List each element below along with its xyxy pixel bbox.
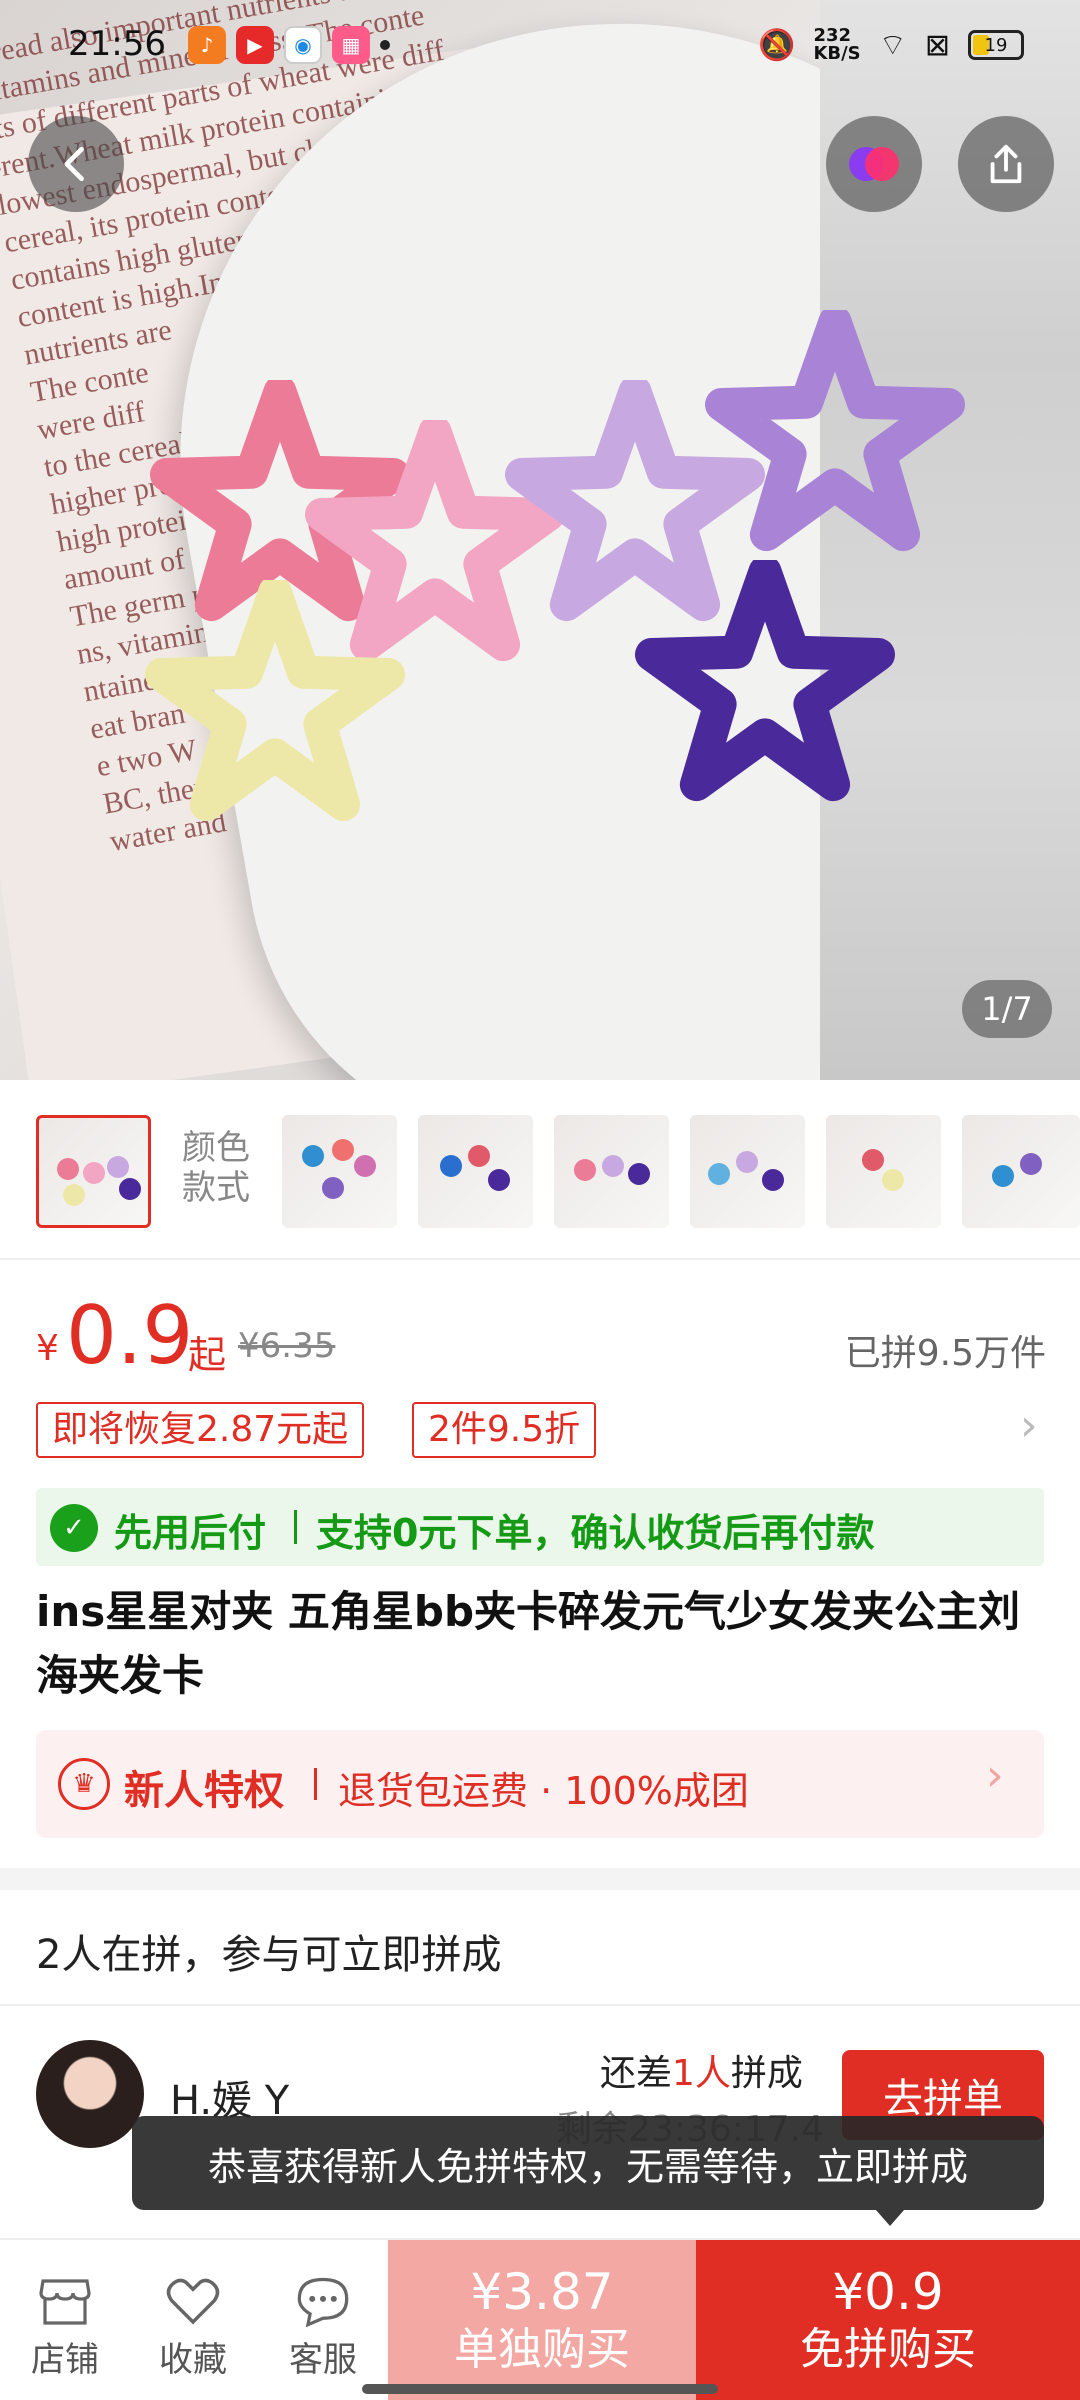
pay-later-banner[interactable]: ✓ 先用后付 支持0元下单，确认收货后再付款: [36, 1488, 1044, 1566]
wifi-icon: ⌔: [878, 28, 907, 63]
browser-app-icon: ◉: [284, 26, 322, 64]
bottom-bar: 店铺 收藏 客服 ¥3.87 单独购买 ¥0.9 免拼购买: [0, 2238, 1080, 2400]
status-time: 21:56: [68, 24, 166, 64]
notification-icons: ♪ ▶ ◉ ▦: [188, 26, 390, 64]
crown-icon: ♛: [58, 1758, 110, 1810]
shop-button[interactable]: 店铺: [10, 2270, 120, 2381]
divider: [314, 1768, 317, 1800]
chat-icon: [297, 2277, 349, 2327]
shopping-app-icon: ▦: [332, 26, 370, 64]
group-header: 2人在拼，参与可立即拼成: [36, 1932, 502, 1978]
color-style-label[interactable]: 颜色 款式: [182, 1128, 262, 1208]
newbie-desc: 退货包运费 · 100%成团: [338, 1769, 749, 1813]
thumbnail-3[interactable]: [418, 1115, 533, 1228]
thumbnail-5[interactable]: [690, 1115, 805, 1228]
toast-message: 恭喜获得新人免拼特权，无需等待，立即拼成: [132, 2116, 1044, 2226]
section-gap: [0, 1868, 1080, 1890]
original-price: ¥6.35: [238, 1326, 336, 1366]
sold-count: 已拼9.5万件: [844, 1333, 1046, 1374]
video-app-icon: ▶: [236, 26, 274, 64]
divider: [0, 2004, 1080, 2006]
cooperate-button[interactable]: [826, 116, 922, 212]
overlap-circles-icon: [849, 147, 899, 181]
chevron-left-icon: [64, 146, 84, 182]
avatar[interactable]: [36, 2040, 144, 2148]
discount-tag: 2件9.5折: [412, 1402, 597, 1458]
shop-icon: [39, 2279, 91, 2325]
pay-later-icon: ✓: [50, 1504, 98, 1552]
single-buy-label: 单独购买: [454, 2324, 630, 2375]
thumbnail-strip: 颜色 款式: [0, 1080, 1080, 1260]
yellow-star-clip: [145, 580, 405, 822]
mute-icon: 🔕: [758, 27, 796, 63]
pay-later-desc: 支持0元下单，确认收货后再付款: [316, 1511, 875, 1555]
current-price: 0.9: [66, 1289, 194, 1382]
group-need-text: 还差1人拼成: [600, 2053, 803, 2094]
share-button[interactable]: [958, 116, 1054, 212]
back-button[interactable]: [28, 116, 124, 212]
dark-purple-star-clip: [635, 560, 895, 802]
network-speed: 232 KB/S: [813, 25, 861, 64]
currency-symbol: ¥: [36, 1328, 59, 1369]
divider: [294, 1510, 297, 1544]
product-title: ins星星对夹 五角星bb夹卡碎发元气少女发夹公主刘海夹发卡: [36, 1587, 1021, 1700]
more-notifications-dot: [380, 40, 390, 50]
single-buy-button[interactable]: ¥3.87 单独购买: [388, 2240, 696, 2400]
image-page-indicator: 1/7: [962, 980, 1052, 1038]
battery-icon: 19: [968, 30, 1024, 60]
thumbnail-2[interactable]: [282, 1115, 397, 1228]
product-page: { "status_bar": {"time": "21:56", "net_s…: [0, 0, 1080, 2400]
favorite-button[interactable]: 收藏: [138, 2270, 248, 2381]
price-section: ¥ 0.9 起 ¥6.35 已拼9.5万件: [36, 1289, 1046, 1382]
price-suffix: 起: [188, 1333, 227, 1377]
thumbnail-1[interactable]: [36, 1115, 151, 1228]
thumbnail-7[interactable]: [962, 1115, 1080, 1228]
single-buy-price: ¥3.87: [470, 2263, 614, 2321]
group-buy-label: 免拼购买: [800, 2324, 976, 2375]
newbie-privilege-banner[interactable]: ♛ 新人特权 退货包运费 · 100%成团 ›: [36, 1730, 1044, 1838]
newbie-title: 新人特权: [124, 1768, 284, 1814]
status-bar: 21:56 ♪ ▶ ◉ ▦ 🔕 232 KB/S ⌔ ⊠ 19: [0, 0, 1080, 96]
music-app-icon: ♪: [188, 26, 226, 64]
service-button[interactable]: 客服: [268, 2270, 378, 2381]
chevron-right-icon[interactable]: ›: [1020, 1400, 1038, 1451]
pay-later-title: 先用后付: [114, 1511, 267, 1555]
thumbnail-6[interactable]: [826, 1115, 941, 1228]
purple-star-clip: [705, 310, 965, 552]
share-icon: [990, 144, 1022, 184]
group-buy-button[interactable]: ¥0.9 免拼购买: [696, 2240, 1080, 2400]
heart-icon: [166, 2278, 220, 2325]
home-indicator[interactable]: [362, 2384, 718, 2394]
chevron-right-icon: ›: [986, 1750, 1004, 1801]
group-buy-price: ¥0.9: [832, 2263, 944, 2321]
price-restore-tag: 即将恢复2.87元起: [36, 1402, 365, 1458]
thumbnail-4[interactable]: [554, 1115, 669, 1228]
sim-icon: ⊠: [924, 27, 950, 63]
